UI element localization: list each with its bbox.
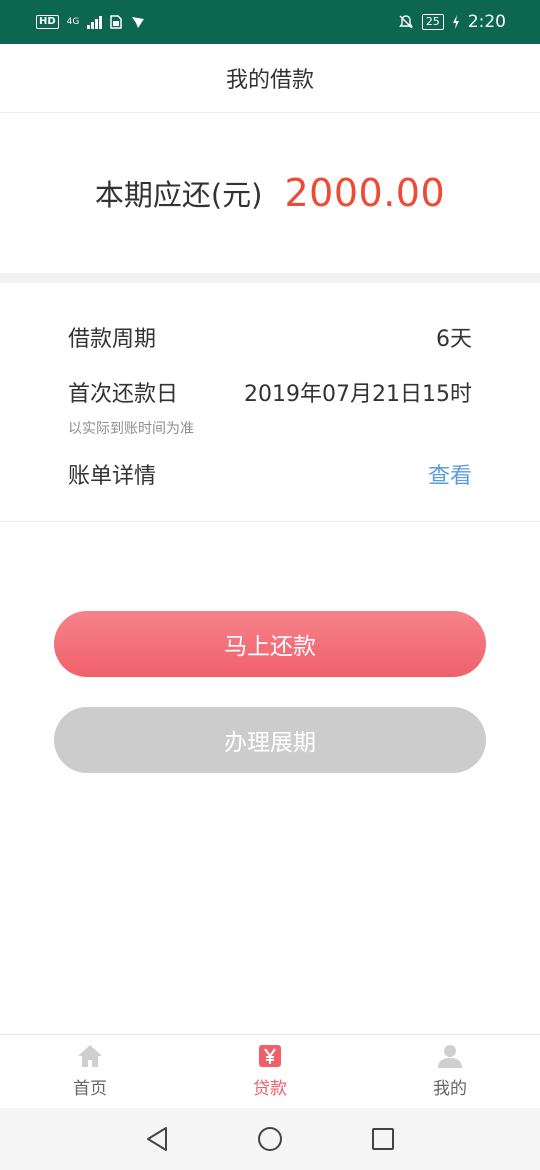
recents-square-icon[interactable] bbox=[371, 1127, 395, 1151]
home-icon bbox=[78, 1045, 102, 1067]
bottom-tab-bar: 首页 贷款 我的 bbox=[0, 1034, 540, 1108]
loan-period-label: 借款周期 bbox=[68, 327, 157, 352]
status-right: 25 2:20 bbox=[398, 12, 506, 32]
battery-indicator: 25 bbox=[421, 14, 444, 30]
system-nav-bar bbox=[0, 1108, 540, 1170]
app-header: 我的借款 bbox=[0, 44, 540, 113]
signal-icon bbox=[87, 15, 103, 29]
loan-period-value: 6天 bbox=[436, 327, 472, 352]
loan-period-row: 借款周期 6天 bbox=[68, 321, 472, 353]
yen-icon bbox=[259, 1045, 281, 1067]
home-circle-icon[interactable] bbox=[257, 1126, 283, 1152]
amount-value: 2000.00 bbox=[284, 171, 446, 215]
tab-mine-label: 我的 bbox=[433, 1079, 467, 1099]
amount-section: 本期应还(元) 2000.00 bbox=[0, 113, 540, 273]
status-bar: HD 4G 25 2:20 bbox=[0, 0, 540, 44]
first-repay-row: 首次还款日 2019年07月21日15时 bbox=[68, 376, 472, 408]
page-title: 我的借款 bbox=[225, 68, 314, 93]
sim-icon bbox=[110, 15, 123, 29]
view-bill-link[interactable]: 查看 bbox=[428, 458, 472, 490]
tab-home-label: 首页 bbox=[73, 1079, 107, 1099]
user-icon bbox=[438, 1045, 462, 1068]
tab-home[interactable]: 首页 bbox=[0, 1035, 180, 1108]
repay-now-button[interactable]: 马上还款 bbox=[54, 611, 486, 677]
status-left: HD 4G bbox=[36, 15, 146, 29]
hd-badge: HD bbox=[36, 15, 59, 29]
extend-loan-button[interactable]: 办理展期 bbox=[54, 707, 486, 773]
tab-loan-label: 贷款 bbox=[253, 1079, 287, 1099]
notification-icon bbox=[132, 17, 145, 28]
tab-loan[interactable]: 贷款 bbox=[180, 1035, 360, 1108]
bill-details-label: 账单详情 bbox=[68, 464, 157, 489]
bill-details-row[interactable]: 账单详情 查看 bbox=[68, 458, 472, 490]
first-repay-hint: 以实际到账时间为准 bbox=[68, 421, 194, 437]
tab-mine[interactable]: 我的 bbox=[360, 1035, 540, 1108]
first-repay-label: 首次还款日 bbox=[68, 382, 179, 407]
back-icon[interactable] bbox=[145, 1126, 169, 1152]
network-type: 4G bbox=[66, 17, 80, 27]
section-divider bbox=[0, 273, 540, 283]
clock: 2:20 bbox=[467, 12, 506, 32]
loan-details: 借款周期 6天 首次还款日 2019年07月21日15时 以实际到账时间为准 账… bbox=[0, 283, 540, 522]
mute-bell-icon bbox=[398, 15, 413, 29]
first-repay-value: 2019年07月21日15时 bbox=[244, 382, 472, 407]
charging-icon bbox=[452, 15, 459, 29]
amount-label: 本期应还(元) bbox=[94, 178, 263, 212]
